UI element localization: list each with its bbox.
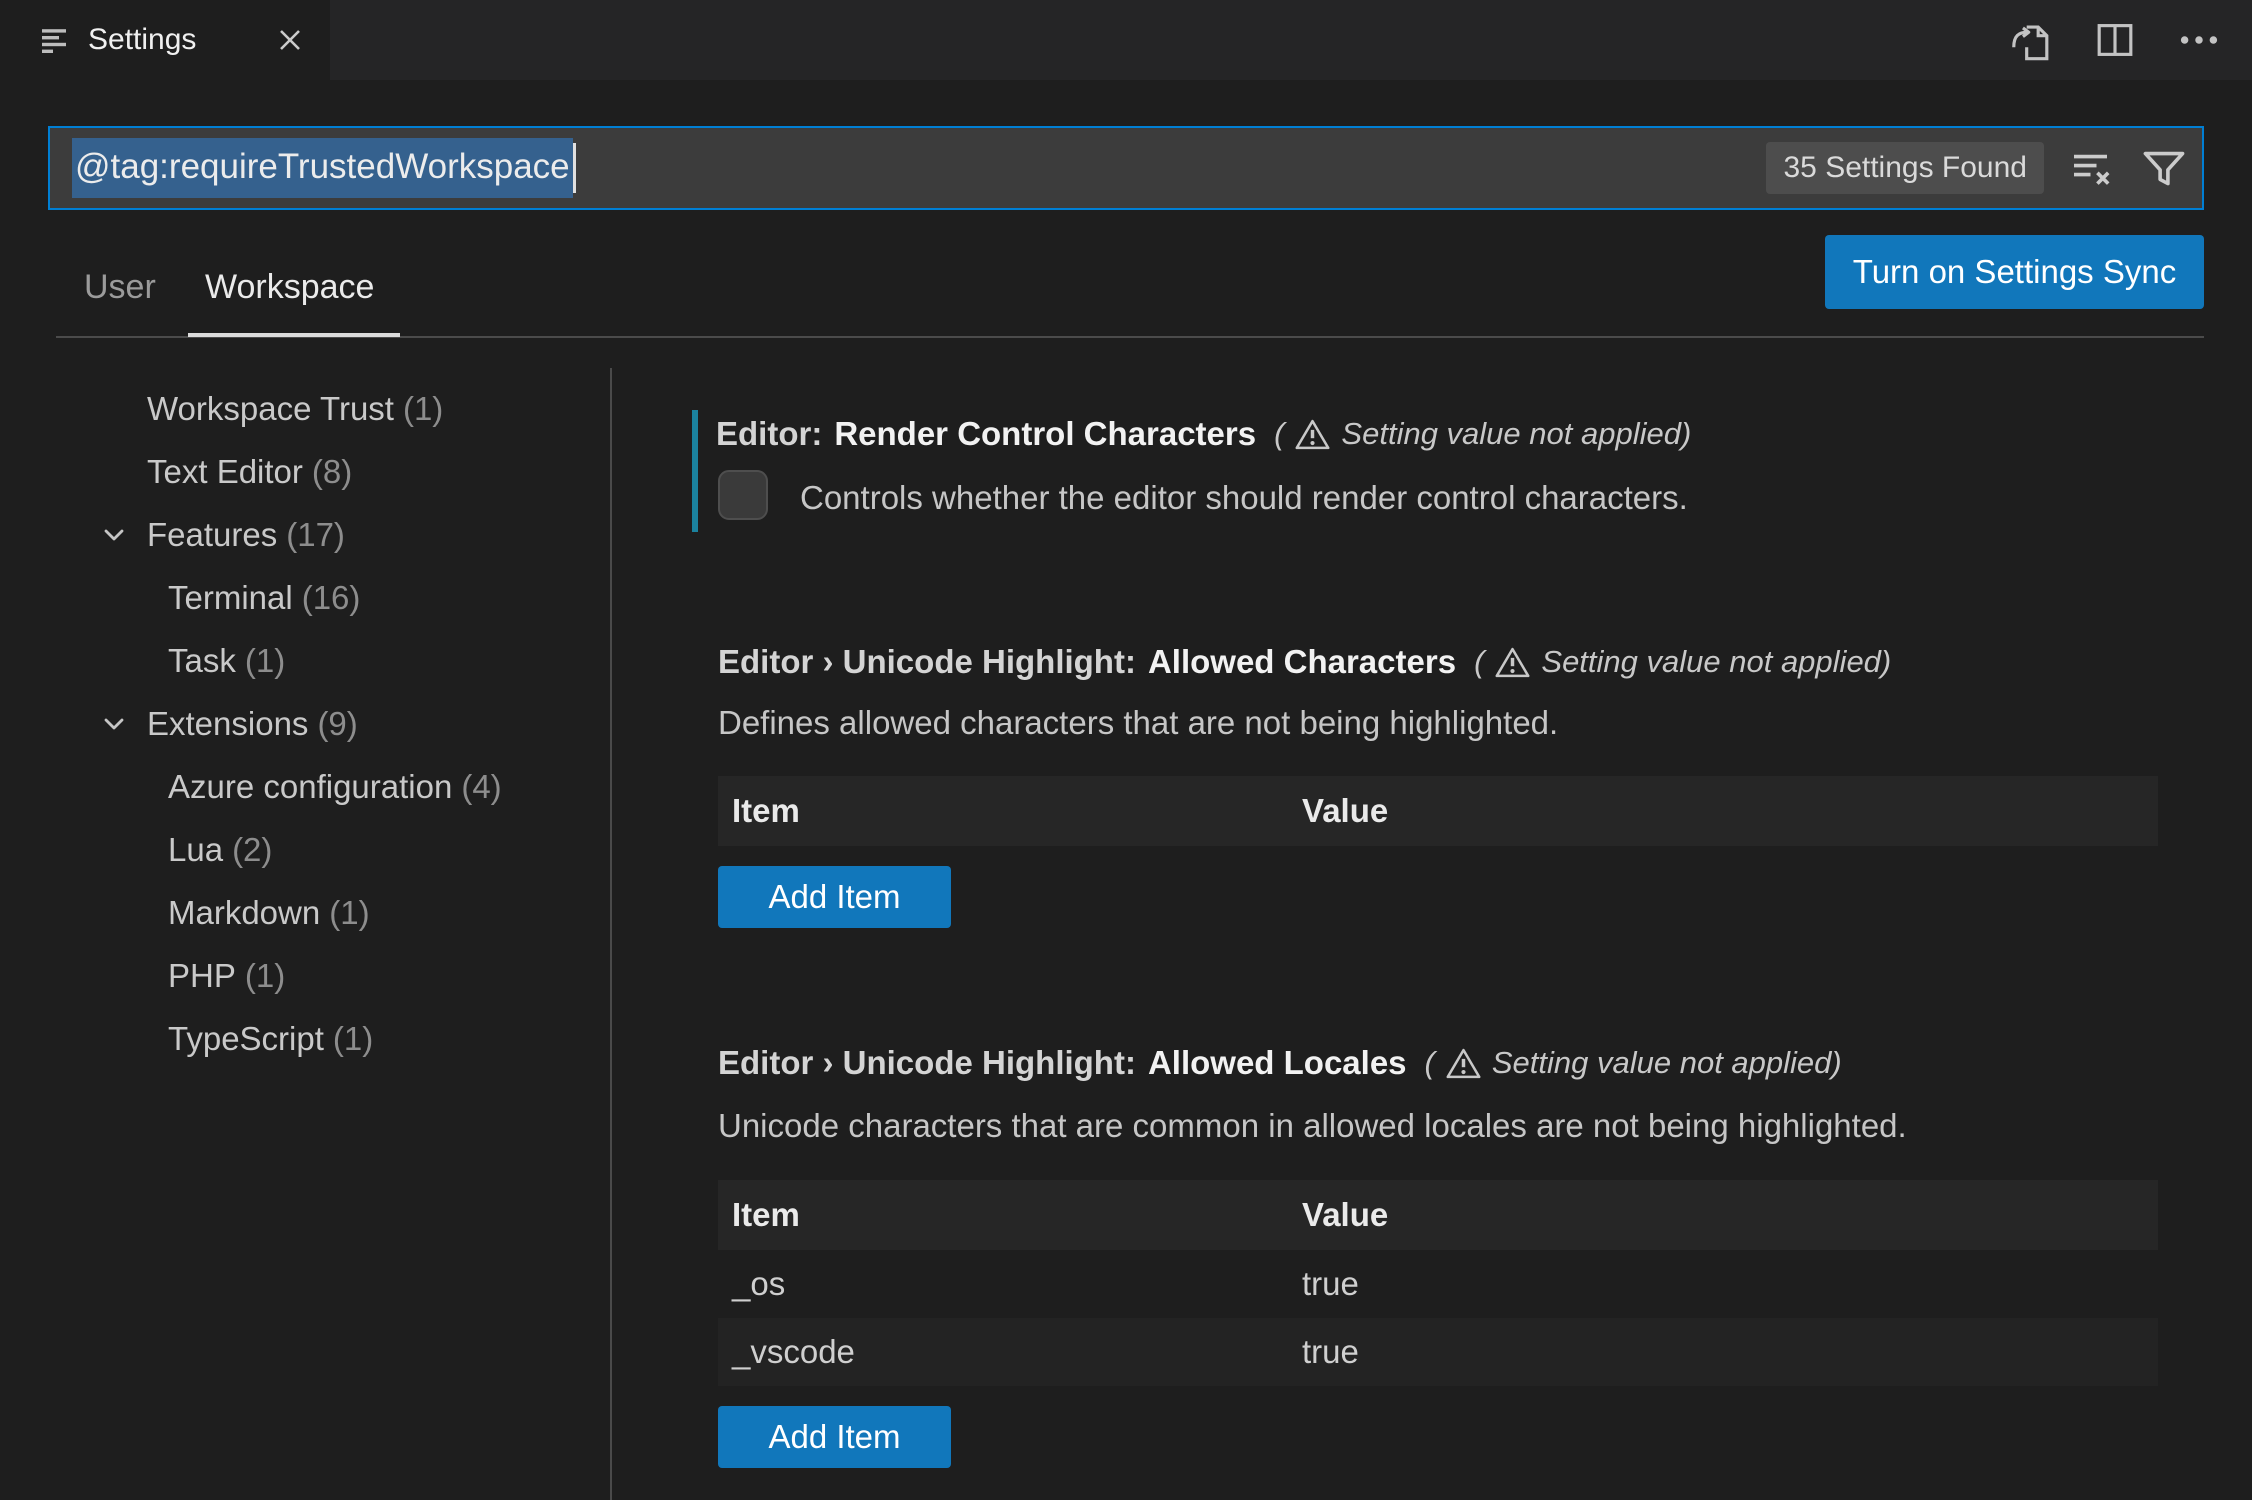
setting-description: Controls whether the editor should rende… [800, 479, 1688, 516]
editor-tab-bar: Settings [0, 0, 2252, 80]
toc-item-task[interactable]: Task (1) [0, 629, 606, 692]
split-editor-icon[interactable] [2090, 15, 2140, 65]
settings-toc: Workspace Trust (1) Text Editor (8) Featur… [0, 377, 606, 1070]
toc-item-extensions[interactable]: Extensions (9) [0, 692, 606, 755]
allowed-characters-table: Item Value [718, 776, 2158, 846]
table-header-row: Item Value [718, 776, 2158, 846]
setting-title-allowed-locales: Editor › Unicode Highlight: Allowed Loca… [718, 1044, 1842, 1082]
filter-icon[interactable] [2140, 144, 2188, 192]
warning-icon [1294, 416, 1331, 453]
open-settings-json-icon[interactable] [2006, 15, 2056, 65]
tab-user-settings[interactable]: User [84, 268, 156, 307]
settings-editor: Settings @tag:requireTrustedWorkspace 35… [0, 0, 2252, 1500]
add-item-button[interactable]: Add Item [718, 1406, 951, 1468]
warning-icon [1445, 1045, 1482, 1082]
toc-item-php[interactable]: PHP (1) [0, 944, 606, 1007]
more-actions-icon[interactable] [2174, 15, 2224, 65]
results-count-badge: 35 Settings Found [1766, 142, 2044, 194]
table-row[interactable]: _vscode true [718, 1318, 2158, 1386]
modified-setting-indicator [692, 410, 698, 532]
setting-title-render-control-characters: Editor: Render Control Characters ( Sett… [716, 415, 1692, 453]
chevron-down-icon[interactable] [98, 519, 147, 551]
allowed-locales-table: Item Value _os true _vscode true [718, 1180, 2158, 1386]
toc-item-markdown[interactable]: Markdown (1) [0, 881, 606, 944]
setting-description: Defines allowed characters that are not … [718, 704, 1559, 741]
toc-item-workspace-trust[interactable]: Workspace Trust (1) [0, 377, 606, 440]
editor-actions [2006, 0, 2224, 80]
toc-item-terminal[interactable]: Terminal (16) [0, 566, 606, 629]
close-icon[interactable] [274, 24, 306, 56]
table-row[interactable]: _os true [718, 1250, 2158, 1318]
search-value: @tag:requireTrustedWorkspace [72, 138, 573, 198]
render-control-characters-checkbox[interactable] [718, 470, 768, 520]
add-item-button[interactable]: Add Item [718, 866, 951, 928]
turn-on-settings-sync-button[interactable]: Turn on Settings Sync [1825, 235, 2204, 309]
tab-settings[interactable]: Settings [0, 0, 330, 80]
setting-warning: ( Setting value not applied) [1424, 1045, 1842, 1082]
toc-item-text-editor[interactable]: Text Editor (8) [0, 440, 606, 503]
settings-search-input[interactable]: @tag:requireTrustedWorkspace 35 Settings… [48, 126, 2204, 210]
setting-warning: ( Setting value not applied) [1274, 416, 1692, 453]
settings-editor-icon [38, 23, 70, 57]
toc-splitter-sash[interactable] [610, 368, 612, 1500]
setting-title-allowed-characters: Editor › Unicode Highlight: Allowed Char… [718, 643, 1892, 681]
toc-item-typescript[interactable]: TypeScript (1) [0, 1007, 606, 1070]
setting-warning: ( Setting value not applied) [1474, 644, 1892, 681]
setting-description: Unicode characters that are common in al… [718, 1107, 1907, 1144]
toc-item-lua[interactable]: Lua (2) [0, 818, 606, 881]
chevron-down-icon[interactable] [98, 708, 147, 740]
toc-item-azure-configuration[interactable]: Azure configuration (4) [0, 755, 606, 818]
clear-search-icon[interactable] [2068, 144, 2116, 192]
warning-icon [1494, 644, 1531, 681]
toc-item-features[interactable]: Features (17) [0, 503, 606, 566]
text-cursor [572, 143, 576, 193]
table-header-row: Item Value [718, 1180, 2158, 1250]
active-tab-underline [188, 333, 400, 337]
tab-workspace-settings[interactable]: Workspace [205, 268, 374, 307]
tab-title: Settings [88, 23, 197, 56]
